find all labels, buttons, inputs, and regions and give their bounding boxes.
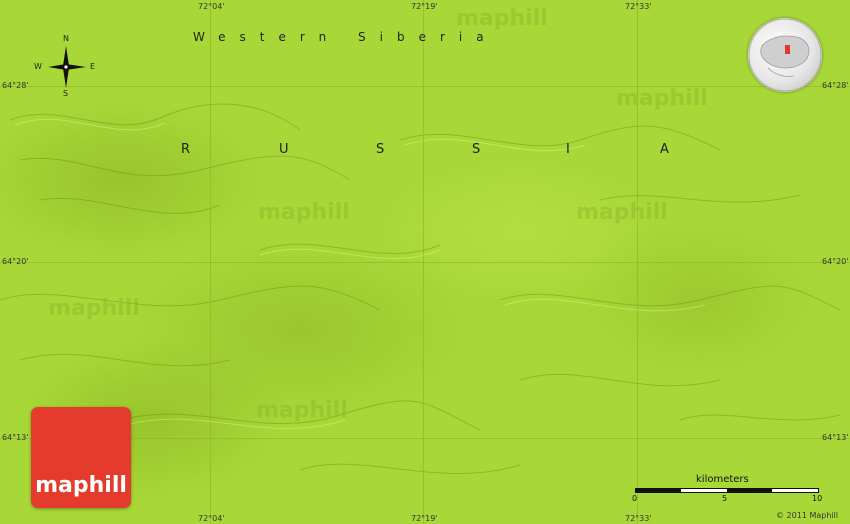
- latitude-label: 64°28': [2, 81, 29, 90]
- watermark: maphill: [48, 296, 140, 321]
- compass-south: S: [63, 89, 69, 98]
- region-label: Western Siberia: [193, 30, 498, 44]
- longitude-label: 72°19': [411, 2, 438, 11]
- scale-ruler: [635, 488, 819, 493]
- globe-icon: [748, 18, 822, 92]
- scale-title: kilometers: [696, 474, 749, 485]
- watermark: maphill: [258, 200, 350, 225]
- scale-segment: [727, 489, 772, 492]
- scale-bar: kilometers 0 5 10: [632, 474, 824, 508]
- parallel-line: [0, 262, 850, 263]
- latitude-label: 64°13': [822, 433, 849, 442]
- longitude-label: 72°33': [625, 2, 652, 11]
- logo-text: maphill: [35, 473, 127, 498]
- watermark: maphill: [616, 86, 708, 111]
- watermark: maphill: [576, 200, 668, 225]
- longitude-label: 72°04': [198, 2, 225, 11]
- latitude-label: 64°20': [822, 257, 849, 266]
- country-label-letter: I: [566, 142, 570, 157]
- country-label-letter: S: [376, 142, 385, 157]
- country-label-letter: A: [660, 142, 669, 157]
- compass-west: W: [34, 62, 42, 71]
- longitude-label: 72°04': [198, 514, 225, 523]
- locator-globe: [748, 18, 822, 92]
- longitude-label: 72°19': [411, 514, 438, 523]
- latitude-label: 64°20': [2, 257, 29, 266]
- country-label-letter: U: [279, 142, 289, 157]
- scale-mid: 5: [722, 494, 728, 503]
- compass-east: E: [90, 62, 96, 71]
- scale-segment: [636, 489, 681, 492]
- watermark: maphill: [456, 6, 548, 31]
- map-canvas[interactable]: maphill maphill maphill maphill maphill …: [0, 0, 850, 524]
- maphill-logo[interactable]: maphill: [31, 407, 131, 508]
- copyright-text: © 2011 Maphill: [776, 511, 839, 520]
- scale-start: 0: [632, 494, 638, 503]
- parallel-line: [0, 86, 850, 87]
- watermark: maphill: [256, 398, 348, 423]
- scale-end: 10: [812, 494, 823, 503]
- compass-rose: N S E W: [34, 34, 96, 98]
- longitude-label: 72°33': [625, 514, 652, 523]
- compass-north: N: [63, 34, 69, 43]
- latitude-label: 64°28': [822, 81, 849, 90]
- country-label-letter: S: [472, 142, 481, 157]
- country-label-letter: R: [181, 142, 191, 157]
- latitude-label: 64°13': [2, 433, 29, 442]
